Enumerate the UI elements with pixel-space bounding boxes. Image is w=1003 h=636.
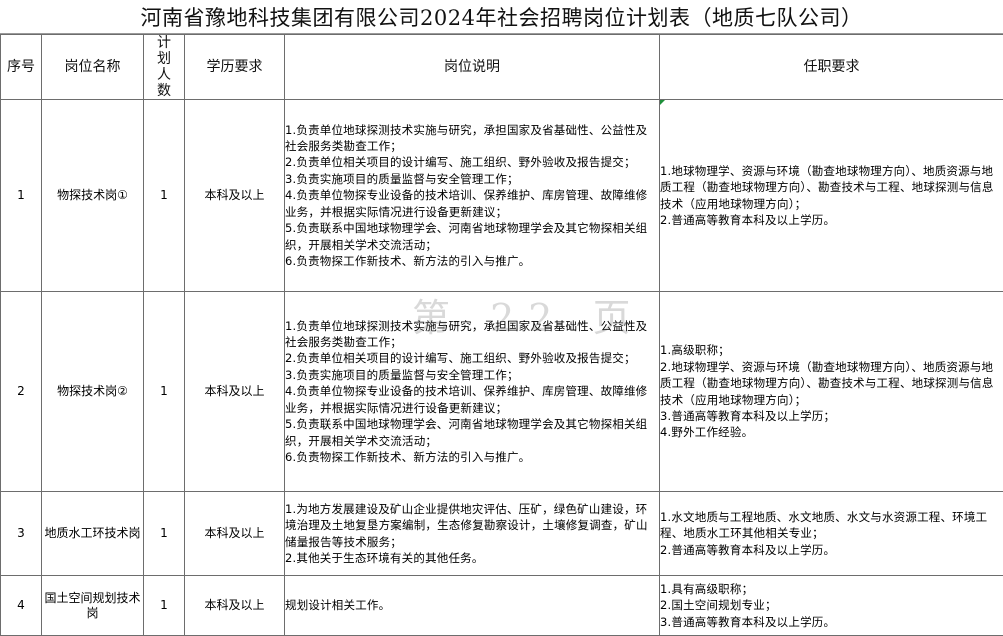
cell-education[interactable]: 本科及以上: [185, 576, 285, 636]
cell-seq[interactable]: 3: [1, 492, 42, 576]
cell-position[interactable]: 地质水工环技术岗: [42, 492, 144, 576]
cell-requirements[interactable]: 1.地球物理学、资源与环境（勘查地球物理方向）、地质资源与地质工程（勘查地球物理…: [660, 100, 1003, 292]
header-description[interactable]: 岗位说明: [285, 35, 660, 100]
cell-plan[interactable]: 1: [144, 576, 185, 636]
table-row: 1 物探技术岗① 1 本科及以上 1.负责单位地球探测技术实施与研究，承担国家及…: [1, 100, 1003, 292]
requirement-line: 2.国土空间规划专业；: [660, 597, 1003, 613]
cell-education[interactable]: 本科及以上: [185, 292, 285, 492]
cell-requirements[interactable]: 1.高级职称； 2.地球物理学、资源与环境（勘查地球物理方向）、地质资源与地质工…: [660, 292, 1003, 492]
header-row: 序号 岗位名称 计划人数 学历要求 岗位说明 任职要求: [1, 35, 1003, 100]
description-line: 规划设计相关工作。: [285, 597, 659, 613]
comment-marker-icon: [660, 100, 665, 105]
description-line: 6.负责物探工作新技术、新方法的引入与推广。: [285, 253, 659, 269]
table-row: 4 国土空间规划技术岗 1 本科及以上 规划设计相关工作。 1.具有高级职称； …: [1, 576, 1003, 636]
cell-description[interactable]: 规划设计相关工作。: [285, 576, 660, 636]
requirement-line: 2.地球物理学、资源与环境（勘查地球物理方向）、地质资源与地质工程（勘查地球物理…: [660, 359, 1003, 408]
recruitment-table: 序号 岗位名称 计划人数 学历要求 岗位说明 任职要求 1 物探技术岗① 1 本…: [0, 34, 1003, 636]
description-line: 3.负责实施项目的质量监督与安全管理工作；: [285, 171, 659, 187]
header-position[interactable]: 岗位名称: [42, 35, 144, 100]
cell-position[interactable]: 物探技术岗①: [42, 100, 144, 292]
cell-education[interactable]: 本科及以上: [185, 492, 285, 576]
requirement-line: 2.普通高等教育本科及以上学历。: [660, 542, 1003, 558]
spreadsheet-sheet: 河南省豫地科技集团有限公司2024年社会招聘岗位计划表（地质七队公司） 序号 岗…: [0, 0, 1003, 603]
description-line: 2.负责单位相关项目的设计编写、施工组织、野外验收及报告提交；: [285, 154, 659, 170]
table-row: 3 地质水工环技术岗 1 本科及以上 1.为地方发展建设及矿山企业提供地灾评估、…: [1, 492, 1003, 576]
requirement-line: 1.水文地质与工程地质、水文地质、水文与水资源工程、环境工程、地质水工环其他相关…: [660, 509, 1003, 542]
description-line: 1.负责单位地球探测技术实施与研究，承担国家及省基础性、公益性及社会服务类勘查工…: [285, 318, 659, 351]
cell-education[interactable]: 本科及以上: [185, 100, 285, 292]
cell-description[interactable]: 1.负责单位地球探测技术实施与研究，承担国家及省基础性、公益性及社会服务类勘查工…: [285, 100, 660, 292]
header-plan[interactable]: 计划人数: [144, 35, 185, 100]
description-line: 5.负责联系中国地球物理学会、河南省地球物理学会及其它物探相关组织，开展相关学术…: [285, 220, 659, 253]
cell-requirements[interactable]: 1.具有高级职称； 2.国土空间规划专业； 3.普通高等教育本科及以上学历。: [660, 576, 1003, 636]
cell-description[interactable]: 1.为地方发展建设及矿山企业提供地灾评估、压矿，绿色矿山建设，环境治理及土地复垦…: [285, 492, 660, 576]
cell-plan[interactable]: 1: [144, 100, 185, 292]
requirement-line: 1.具有高级职称；: [660, 581, 1003, 597]
requirement-line: 3.普通高等教育本科及以上学历；: [660, 408, 1003, 424]
cell-position[interactable]: 物探技术岗②: [42, 292, 144, 492]
description-line: 2.负责单位相关项目的设计编写、施工组织、野外验收及报告提交；: [285, 350, 659, 366]
table-row: 2 物探技术岗② 1 本科及以上 1.负责单位地球探测技术实施与研究，承担国家及…: [1, 292, 1003, 492]
header-education[interactable]: 学历要求: [185, 35, 285, 100]
requirement-line: 4.野外工作经验。: [660, 424, 1003, 440]
cell-seq[interactable]: 1: [1, 100, 42, 292]
header-requirements[interactable]: 任职要求: [660, 35, 1003, 100]
cell-seq[interactable]: 2: [1, 292, 42, 492]
description-line: 3.负责实施项目的质量监督与安全管理工作；: [285, 367, 659, 383]
description-line: 5.负责联系中国地球物理学会、河南省地球物理学会及其它物探相关组织，开展相关学术…: [285, 416, 659, 449]
cell-position[interactable]: 国土空间规划技术岗: [42, 576, 144, 636]
cell-seq[interactable]: 4: [1, 576, 42, 636]
description-line: 1.负责单位地球探测技术实施与研究，承担国家及省基础性、公益性及社会服务类勘查工…: [285, 122, 659, 155]
header-seq[interactable]: 序号: [1, 35, 42, 100]
cell-plan[interactable]: 1: [144, 292, 185, 492]
cell-plan[interactable]: 1: [144, 492, 185, 576]
description-line: 2.其他关于生态环境有关的其他任务。: [285, 550, 659, 566]
requirement-line: 3.普通高等教育本科及以上学历。: [660, 614, 1003, 630]
description-line: 6.负责物探工作新技术、新方法的引入与推广。: [285, 449, 659, 465]
description-line: 4.负责单位物探专业设备的技术培训、保养维护、库房管理、故障维修业务，并根据实际…: [285, 187, 659, 220]
cell-description[interactable]: 1.负责单位地球探测技术实施与研究，承担国家及省基础性、公益性及社会服务类勘查工…: [285, 292, 660, 492]
requirement-line: 1.地球物理学、资源与环境（勘查地球物理方向）、地质资源与地质工程（勘查地球物理…: [660, 163, 1003, 212]
cell-requirements[interactable]: 1.水文地质与工程地质、水文地质、水文与水资源工程、环境工程、地质水工环其他相关…: [660, 492, 1003, 576]
description-line: 1.为地方发展建设及矿山企业提供地灾评估、压矿，绿色矿山建设，环境治理及土地复垦…: [285, 501, 659, 550]
requirement-line: 1.高级职称；: [660, 342, 1003, 358]
page-title: 河南省豫地科技集团有限公司2024年社会招聘岗位计划表（地质七队公司）: [0, 0, 1003, 34]
requirement-line: 2.普通高等教育本科及以上学历。: [660, 212, 1003, 228]
description-line: 4.负责单位物探专业设备的技术培训、保养维护、库房管理、故障维修业务，并根据实际…: [285, 383, 659, 416]
